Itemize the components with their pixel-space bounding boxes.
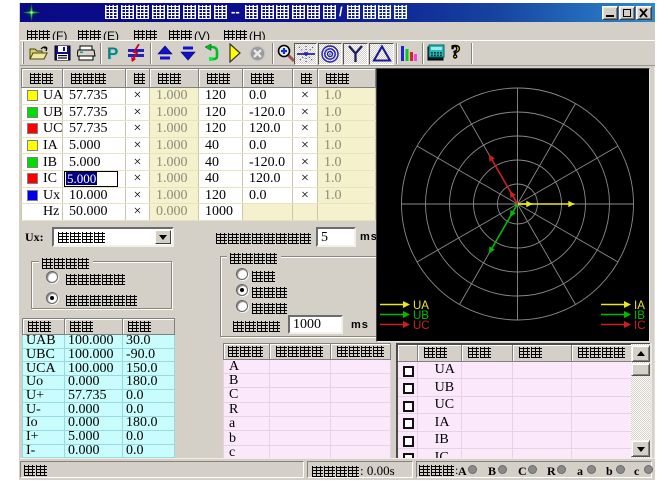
svg-text:IC: IC xyxy=(634,320,646,332)
svg-text:UC: UC xyxy=(413,320,430,332)
